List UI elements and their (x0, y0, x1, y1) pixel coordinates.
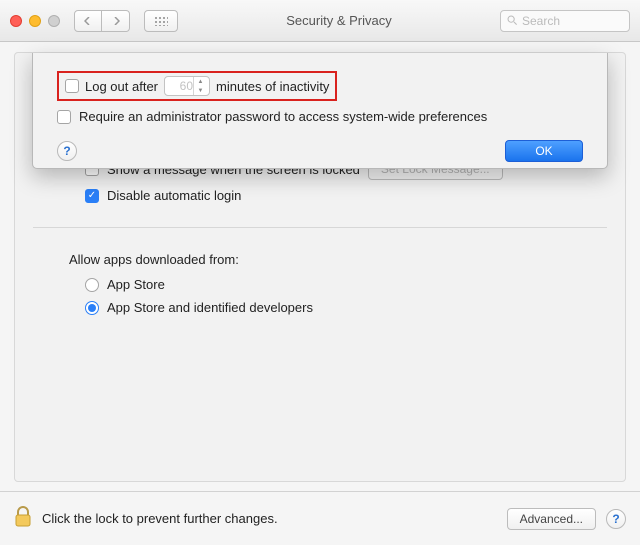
admin-password-checkbox[interactable] (57, 110, 71, 124)
prefpane: Log out after ▲▼ minutes of inactivity R… (14, 52, 626, 482)
divider (33, 227, 607, 228)
window-controls (10, 15, 60, 27)
allow-identified-radio[interactable] (85, 301, 99, 315)
logout-row-highlight: Log out after ▲▼ minutes of inactivity (57, 71, 337, 101)
stepper-buttons[interactable]: ▲▼ (193, 77, 207, 95)
window-toolbar: Security & Privacy Search (0, 0, 640, 42)
disable-auto-login-checkbox[interactable] (85, 189, 99, 203)
logout-label-prefix: Log out after (85, 79, 158, 94)
logout-label-suffix: minutes of inactivity (216, 79, 329, 94)
minimize-icon[interactable] (29, 15, 41, 27)
help-button[interactable]: ? (57, 141, 77, 161)
search-input[interactable]: Search (500, 10, 630, 32)
search-icon (507, 15, 518, 26)
back-button[interactable] (74, 10, 102, 32)
logout-checkbox[interactable] (65, 79, 79, 93)
allow-identified-label: App Store and identified developers (107, 300, 313, 315)
logout-minutes-stepper[interactable]: ▲▼ (164, 76, 210, 96)
lock-icon[interactable] (14, 506, 32, 531)
disable-auto-login-label: Disable automatic login (107, 188, 241, 203)
chevron-right-icon (112, 17, 120, 25)
grid-icon (154, 16, 168, 26)
logout-minutes-field[interactable] (165, 79, 193, 93)
search-placeholder: Search (522, 14, 560, 28)
show-all-button[interactable] (144, 10, 178, 32)
lock-text: Click the lock to prevent further change… (42, 511, 278, 526)
forward-button[interactable] (102, 10, 130, 32)
advanced-button[interactable]: Advanced... (507, 508, 596, 530)
footer-bar: Click the lock to prevent further change… (0, 491, 640, 545)
footer-help-button[interactable]: ? (606, 509, 626, 529)
advanced-sheet: Log out after ▲▼ minutes of inactivity R… (32, 53, 608, 169)
admin-password-label: Require an administrator password to acc… (79, 109, 487, 124)
nav-buttons (74, 10, 130, 32)
allow-appstore-label: App Store (107, 277, 165, 292)
ok-button[interactable]: OK (505, 140, 583, 162)
close-icon[interactable] (10, 15, 22, 27)
allow-appstore-radio[interactable] (85, 278, 99, 292)
chevron-left-icon (84, 17, 92, 25)
window-title: Security & Privacy (186, 13, 492, 28)
fullscreen-icon (48, 15, 60, 27)
allow-header: Allow apps downloaded from: (15, 252, 625, 267)
